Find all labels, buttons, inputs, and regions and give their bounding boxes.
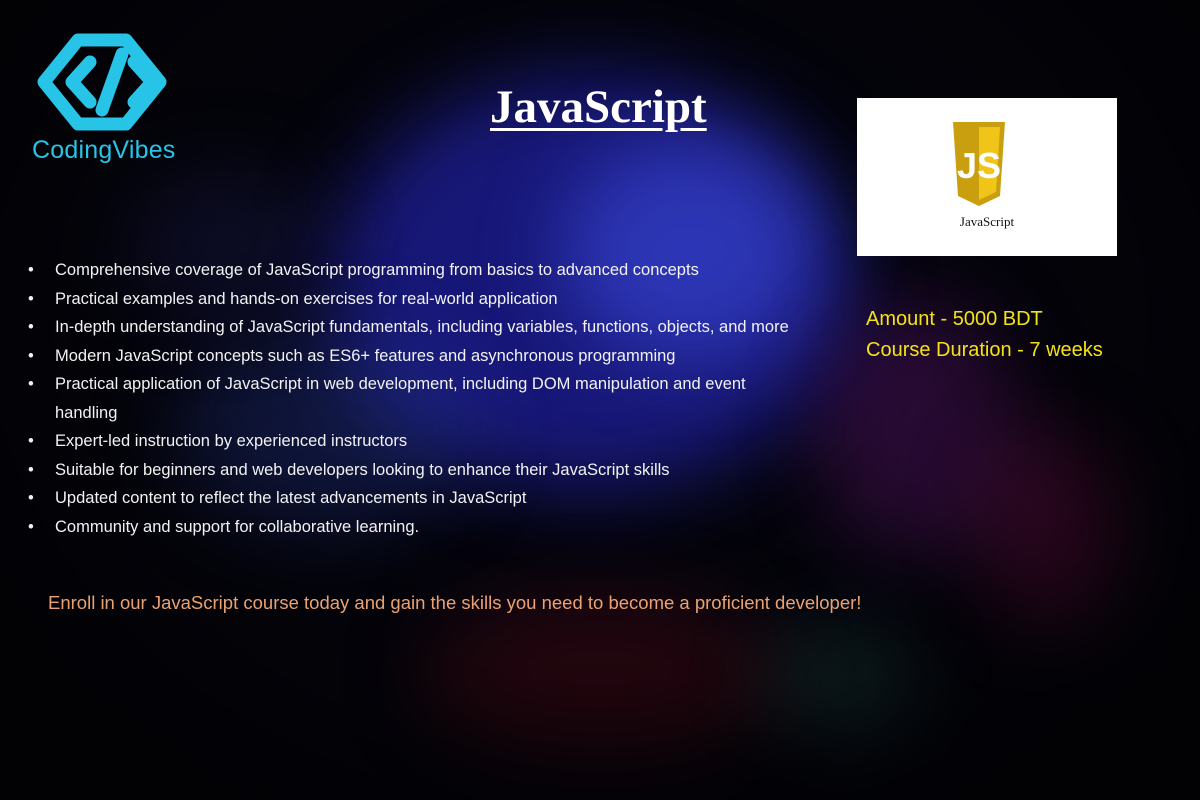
feature-text: Practical examples and hands-on exercise…: [55, 289, 558, 308]
feature-text: Practical application of JavaScript in w…: [55, 375, 746, 422]
enroll-call-to-action: Enroll in our JavaScript course today an…: [48, 592, 862, 613]
svg-text:JS: JS: [957, 145, 1001, 186]
brand-logo: CodingVibes: [32, 32, 190, 165]
javascript-badge: JS JavaScript: [857, 98, 1117, 256]
feature-item: • Suitable for beginners and web develope…: [28, 460, 670, 479]
feature-text: In-depth understanding of JavaScript fun…: [55, 318, 789, 336]
js-shield-icon: JS: [953, 122, 1005, 206]
course-info: Amount - 5000 BDT Course Duration - 7 we…: [866, 304, 1103, 366]
course-amount: Amount - 5000 BDT: [866, 308, 1043, 330]
feature-text: Community and support for collaborative …: [55, 517, 420, 536]
badge-label: JavaScript: [959, 214, 1015, 229]
feature-item: • Practical application of JavaScript in …: [28, 375, 746, 422]
feature-text: Comprehensive coverage of JavaScript pro…: [55, 261, 699, 279]
feature-item: • Modern JavaScript concepts such as ES6+…: [28, 346, 676, 365]
feature-item: • Expert-led instruction by experienced i…: [28, 432, 408, 450]
feature-text: Suitable for beginners and web developer…: [55, 460, 670, 479]
code-brackets-logo-icon: [37, 33, 167, 131]
feature-text: Expert-led instruction by experienced in…: [55, 432, 408, 450]
feature-item: • Practical examples and hands-on exercis…: [28, 289, 558, 308]
feature-item: • Updated content to reflect the latest a…: [28, 489, 527, 507]
feature-text: Modern JavaScript concepts such as ES6+ …: [55, 346, 676, 365]
page-title: JavaScript: [490, 81, 707, 133]
feature-list: • Comprehensive coverage of JavaScript pr…: [28, 256, 798, 541]
feature-item: • Comprehensive coverage of JavaScript pr…: [28, 261, 699, 279]
feature-item: • In-depth understanding of JavaScript fu…: [28, 318, 789, 336]
brand-name: CodingVibes: [32, 136, 176, 164]
course-duration: Course Duration - 7 weeks: [866, 339, 1103, 361]
feature-text: Updated content to reflect the latest ad…: [55, 489, 527, 507]
feature-item: • Community and support for collaborative…: [28, 517, 420, 536]
